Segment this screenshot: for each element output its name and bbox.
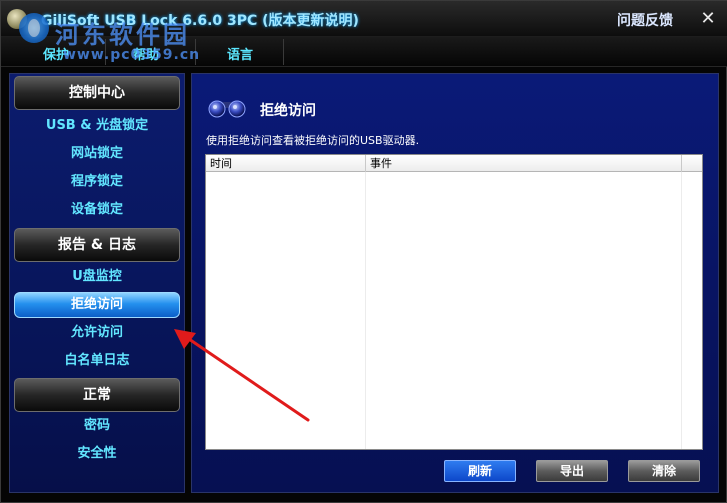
section-header-control-center[interactable]: 控制中心 bbox=[14, 76, 180, 110]
section-header-general[interactable]: 正常 bbox=[14, 378, 180, 412]
menu-separator bbox=[283, 39, 284, 65]
sidebar-item-device-lock[interactable]: 设备锁定 bbox=[14, 197, 180, 223]
main-panel: 拒绝访问 使用拒绝访问查看被拒绝访问的USB驱动器. 时间 事件 刷新 导出 清… bbox=[191, 73, 719, 493]
column-divider bbox=[365, 172, 366, 449]
sidebar-item-access-denied[interactable]: 拒绝访问 bbox=[14, 292, 180, 318]
sidebar-item-access-allowed[interactable]: 允许访问 bbox=[14, 320, 180, 346]
refresh-button[interactable]: 刷新 bbox=[444, 460, 516, 482]
watermark-text: 河东软件园 bbox=[55, 20, 190, 49]
section-header-reports-logs[interactable]: 报告 & 日志 bbox=[14, 228, 180, 262]
watermark-logo-icon bbox=[19, 13, 49, 43]
sidebar-item-website-lock[interactable]: 网站锁定 bbox=[14, 141, 180, 167]
page-description: 使用拒绝访问查看被拒绝访问的USB驱动器. bbox=[206, 134, 420, 147]
sidebar-item-program-lock[interactable]: 程序锁定 bbox=[14, 169, 180, 195]
close-button[interactable]: ✕ bbox=[696, 9, 720, 29]
column-divider bbox=[681, 172, 682, 449]
page-title: 拒绝访问 bbox=[260, 103, 316, 119]
app-window: GiliSoft USB Lock 6.6.0 3PC (版本更新说明) 问题反… bbox=[0, 0, 727, 503]
sidebar-item-usb-monitor[interactable]: U盘监控 bbox=[14, 264, 180, 290]
red-arrow-annotation bbox=[174, 329, 310, 422]
binoculars-icon bbox=[208, 100, 246, 118]
column-header-time[interactable]: 时间 bbox=[206, 155, 366, 172]
sidebar-item-usb-cd-lock[interactable]: USB & 光盘锁定 bbox=[14, 113, 180, 139]
sidebar: 控制中心 USB & 光盘锁定 网站锁定 程序锁定 设备锁定 报告 & 日志 U… bbox=[9, 73, 185, 493]
table-header: 时间 事件 bbox=[206, 155, 702, 172]
export-button[interactable]: 导出 bbox=[536, 460, 608, 482]
watermark-url: www.pc0359.cn bbox=[63, 47, 201, 63]
column-header-event[interactable]: 事件 bbox=[366, 155, 682, 172]
sidebar-item-security[interactable]: 安全性 bbox=[14, 441, 180, 467]
menu-language[interactable]: 语言 bbox=[227, 44, 253, 63]
sidebar-item-whitelist-log[interactable]: 白名单日志 bbox=[14, 348, 180, 374]
sidebar-item-password[interactable]: 密码 bbox=[14, 413, 180, 439]
feedback-link[interactable]: 问题反馈 bbox=[617, 10, 673, 30]
clear-button[interactable]: 清除 bbox=[628, 460, 700, 482]
